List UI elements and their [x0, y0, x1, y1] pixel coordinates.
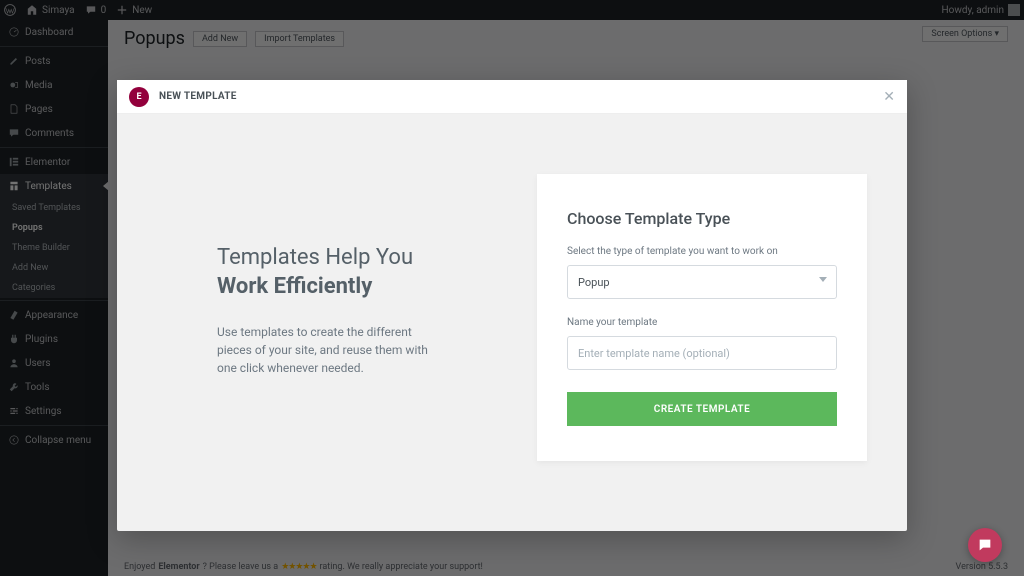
- chevron-down-icon: [819, 277, 827, 282]
- close-icon[interactable]: ✕: [883, 89, 895, 105]
- help-fab-button[interactable]: [968, 528, 1002, 562]
- intro-heading-line1: Templates Help You: [217, 245, 413, 270]
- template-name-label: Name your template: [567, 317, 837, 328]
- modal-header: E NEW TEMPLATE ✕: [117, 80, 907, 114]
- form-heading: Choose Template Type: [567, 209, 837, 228]
- modal-form: Choose Template Type Select the type of …: [537, 174, 867, 461]
- chat-icon: [977, 537, 993, 553]
- modal-title: NEW TEMPLATE: [159, 91, 237, 102]
- intro-heading-line2: Work Efficiently: [217, 274, 372, 299]
- template-type-label: Select the type of template you want to …: [567, 246, 837, 257]
- intro-paragraph: Use templates to create the different pi…: [217, 323, 447, 377]
- create-template-button[interactable]: CREATE TEMPLATE: [567, 392, 837, 426]
- elementor-logo-icon: E: [129, 87, 149, 107]
- intro-heading: Templates Help You Work Efficiently: [217, 244, 487, 301]
- template-type-select[interactable]: Popup: [567, 265, 837, 299]
- template-name-input[interactable]: [567, 336, 837, 370]
- modal-overlay[interactable]: E NEW TEMPLATE ✕ Templates Help You Work…: [0, 0, 1024, 576]
- select-value: Popup: [578, 276, 610, 289]
- modal-intro: Templates Help You Work Efficiently Use …: [157, 174, 487, 461]
- new-template-modal: E NEW TEMPLATE ✕ Templates Help You Work…: [117, 80, 907, 531]
